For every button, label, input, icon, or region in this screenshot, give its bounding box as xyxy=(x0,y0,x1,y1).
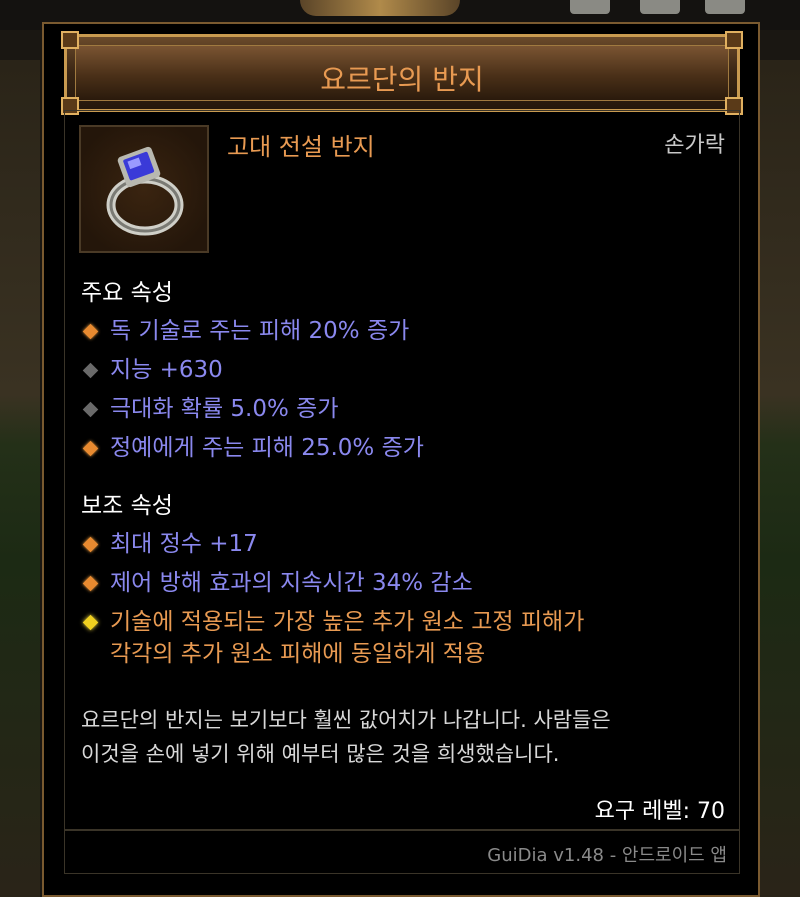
secondary-attributes-title: 보조 속성 xyxy=(81,493,173,519)
required-level-value: 70 xyxy=(697,799,725,824)
top-button-1[interactable] xyxy=(570,0,610,14)
secondary-attribute: 제어 방해 효과의 지속시간 34% 감소 xyxy=(81,565,473,601)
attribute-text: 정예에게 주는 피해 25.0% 증가 xyxy=(110,435,424,461)
yellow-diamond-icon xyxy=(82,614,99,631)
flavor-text: 요르단의 반지는 보기보다 훨씬 값어치가 나갑니다. 사람들은 이것을 손에 … xyxy=(81,703,731,771)
tooltip-footer: GuiDia v1.48 - 안드로이드 앱 xyxy=(64,830,740,874)
legendary-power-line: 기술에 적용되는 가장 높은 추가 원소 고정 피해가 xyxy=(110,609,585,635)
legendary-power: 기술에 적용되는 가장 높은 추가 원소 고정 피해가 각각의 추가 원소 피해… xyxy=(81,604,584,670)
primary-attribute: 정예에게 주는 피해 25.0% 증가 xyxy=(81,430,424,466)
header-inner: 요르단의 반지 xyxy=(75,45,729,101)
orange-diamond-icon xyxy=(82,536,99,553)
primary-attributes-title: 주요 속성 xyxy=(81,280,173,306)
orange-diamond-icon xyxy=(82,440,99,457)
gray-diamond-icon xyxy=(82,401,99,418)
item-tooltip: 요르단의 반지 고대 전설 반지 손가락 주요 속성 독 기술로 주는 피해 2… xyxy=(42,22,760,897)
tooltip-header: 요르단의 반지 xyxy=(61,31,743,115)
tooltip-body: 고대 전설 반지 손가락 주요 속성 독 기술로 주는 피해 20% 증가 지능… xyxy=(64,110,740,830)
corner-ornament xyxy=(61,31,79,49)
top-button-3[interactable] xyxy=(705,0,745,14)
app-version: GuiDia v1.48 - 안드로이드 앱 xyxy=(487,845,727,866)
legendary-power-line: 각각의 추가 원소 피해에 동일하게 적용 xyxy=(110,641,486,667)
attribute-text: 극대화 확률 5.0% 증가 xyxy=(110,396,339,422)
primary-attribute: 독 기술로 주는 피해 20% 증가 xyxy=(81,313,409,349)
top-ornament xyxy=(300,0,460,16)
orange-diamond-icon xyxy=(82,323,99,340)
flavor-line: 이것을 손에 넣기 위해 예부터 많은 것을 희생했습니다. xyxy=(81,742,560,766)
primary-attribute: 극대화 확률 5.0% 증가 xyxy=(81,391,339,427)
required-level: 요구 레벨: 70 xyxy=(595,793,725,825)
item-icon-frame xyxy=(79,125,209,253)
background-scenery-left xyxy=(0,60,40,897)
gray-diamond-icon xyxy=(82,362,99,379)
required-level-label: 요구 레벨: xyxy=(594,799,690,824)
attribute-text: 제어 방해 효과의 지속시간 34% 감소 xyxy=(110,570,473,596)
item-name: 요르단의 반지 xyxy=(320,63,484,96)
orange-diamond-icon xyxy=(82,575,99,592)
attribute-text: 최대 정수 +17 xyxy=(110,531,258,557)
legendary-power-text: 기술에 적용되는 가장 높은 추가 원소 고정 피해가 각각의 추가 원소 피해… xyxy=(110,606,584,670)
item-slot: 손가락 xyxy=(664,133,725,158)
background-scenery-right xyxy=(758,60,800,897)
attribute-text: 독 기술로 주는 피해 20% 증가 xyxy=(110,318,410,344)
attribute-text: 지능 +630 xyxy=(110,357,223,383)
top-button-2[interactable] xyxy=(640,0,680,14)
ring-icon xyxy=(106,146,184,236)
primary-attribute: 지능 +630 xyxy=(81,352,223,388)
flavor-line: 요르단의 반지는 보기보다 훨씬 값어치가 나갑니다. 사람들은 xyxy=(81,708,611,732)
corner-ornament xyxy=(725,31,743,49)
secondary-attribute: 최대 정수 +17 xyxy=(81,526,258,562)
item-type: 고대 전설 반지 xyxy=(227,133,375,161)
